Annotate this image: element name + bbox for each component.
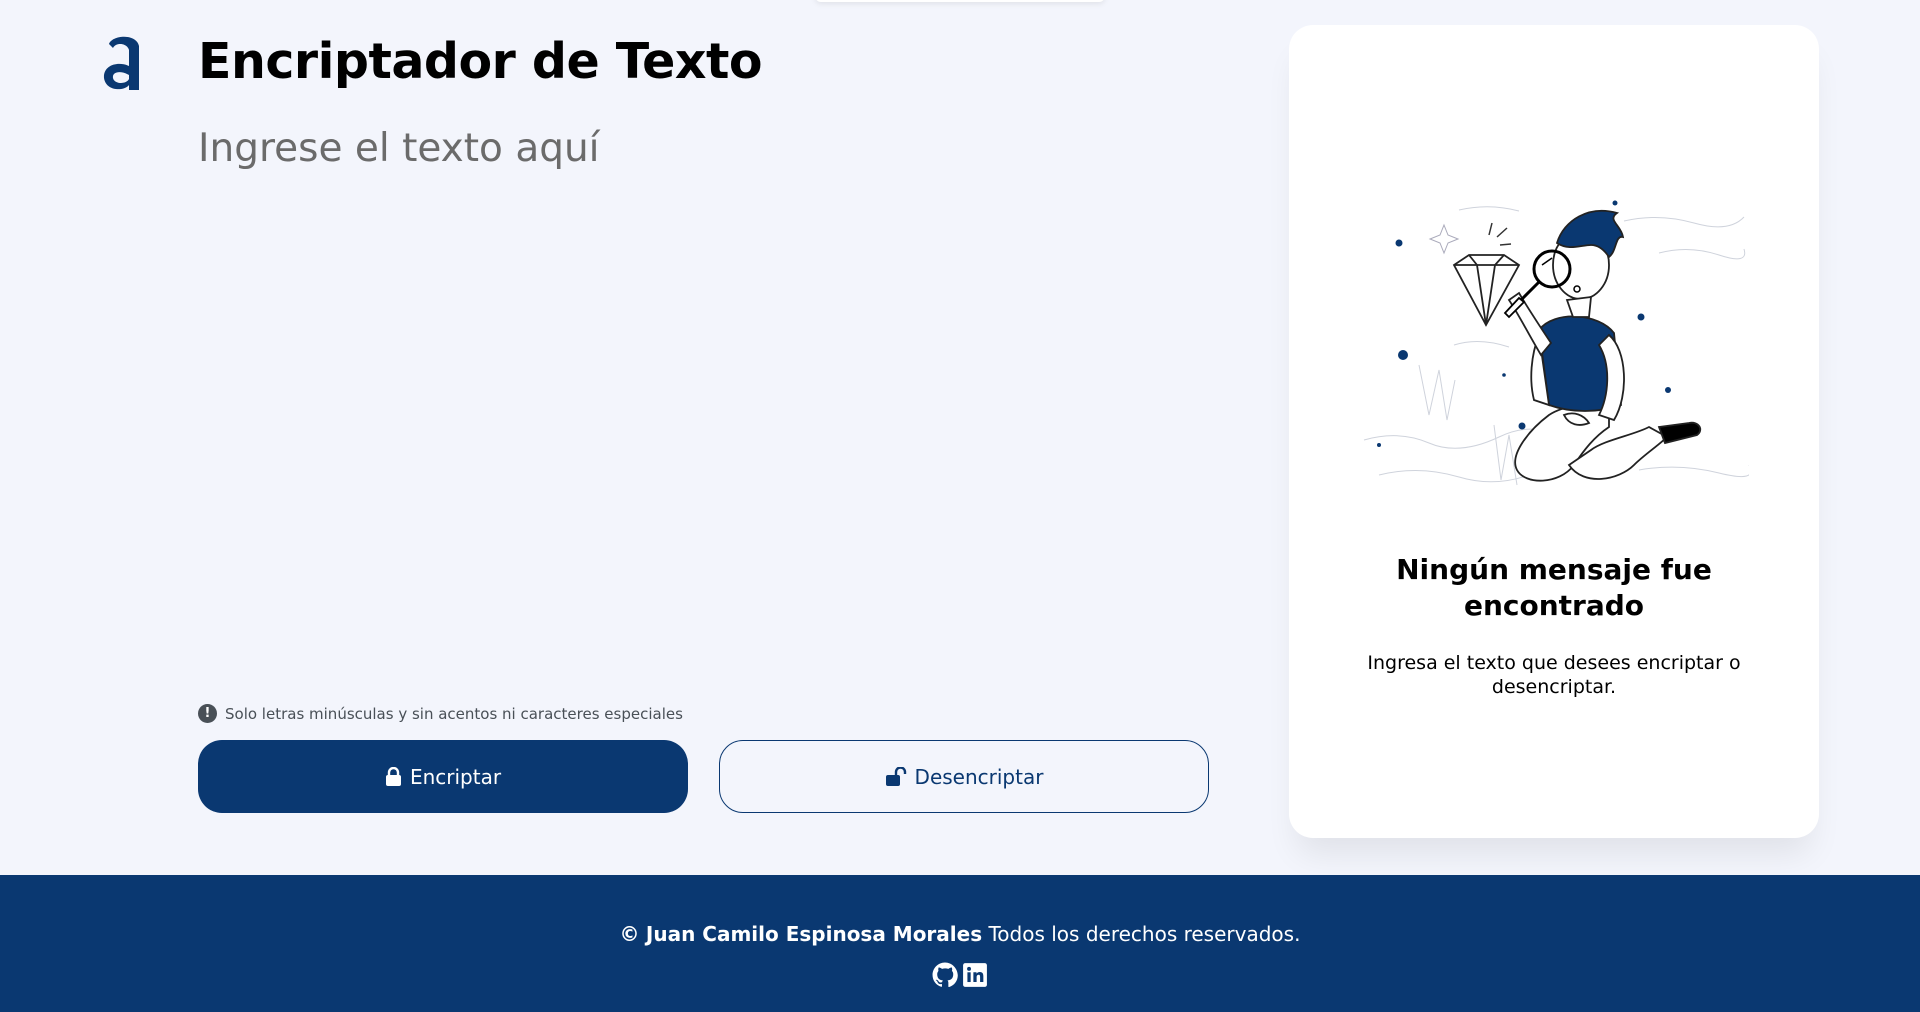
footer: © Juan Camilo Espinosa Morales Todos los…: [0, 875, 1920, 1012]
decrypt-label: Desencriptar: [914, 764, 1044, 789]
output-panel: Ningún mensaje fue encontrado Ingresa el…: [1289, 25, 1819, 838]
alura-logo-icon: [100, 30, 146, 94]
encrypt-label: Encriptar: [409, 764, 502, 789]
github-icon[interactable]: [932, 962, 958, 988]
text-input[interactable]: [198, 120, 1198, 680]
footer-author: Juan Camilo Espinosa Morales: [645, 922, 983, 946]
page-title: Encriptador de Texto: [198, 33, 763, 90]
decrypt-button[interactable]: Desencriptar: [719, 740, 1209, 813]
unlock-icon: [885, 767, 907, 786]
empty-state-title: Ningún mensaje fue encontrado: [1396, 553, 1712, 622]
hint-text: Solo letras minúsculas y sin acentos ni …: [225, 704, 683, 723]
linkedin-icon[interactable]: [962, 962, 988, 988]
social-links: [0, 962, 1920, 988]
lock-icon: [385, 767, 402, 786]
encrypt-button[interactable]: Encriptar: [198, 740, 688, 813]
copyright-symbol: ©: [619, 922, 640, 946]
input-hint: ! Solo letras minúsculas y sin acentos n…: [198, 704, 683, 723]
exclamation-circle-icon: !: [198, 704, 217, 723]
empty-state-description: Ingresa el texto que desees encriptar o …: [1367, 652, 1741, 698]
boy-with-magnifying-glass-illustration: [1359, 165, 1752, 535]
footer-rights: Todos los derechos reservados.: [988, 922, 1301, 946]
top-notch: [815, 0, 1105, 2]
page: Encriptador de Texto ! Solo letras minús…: [0, 0, 1920, 1012]
footer-copyright: © Juan Camilo Espinosa Morales Todos los…: [0, 919, 1920, 949]
